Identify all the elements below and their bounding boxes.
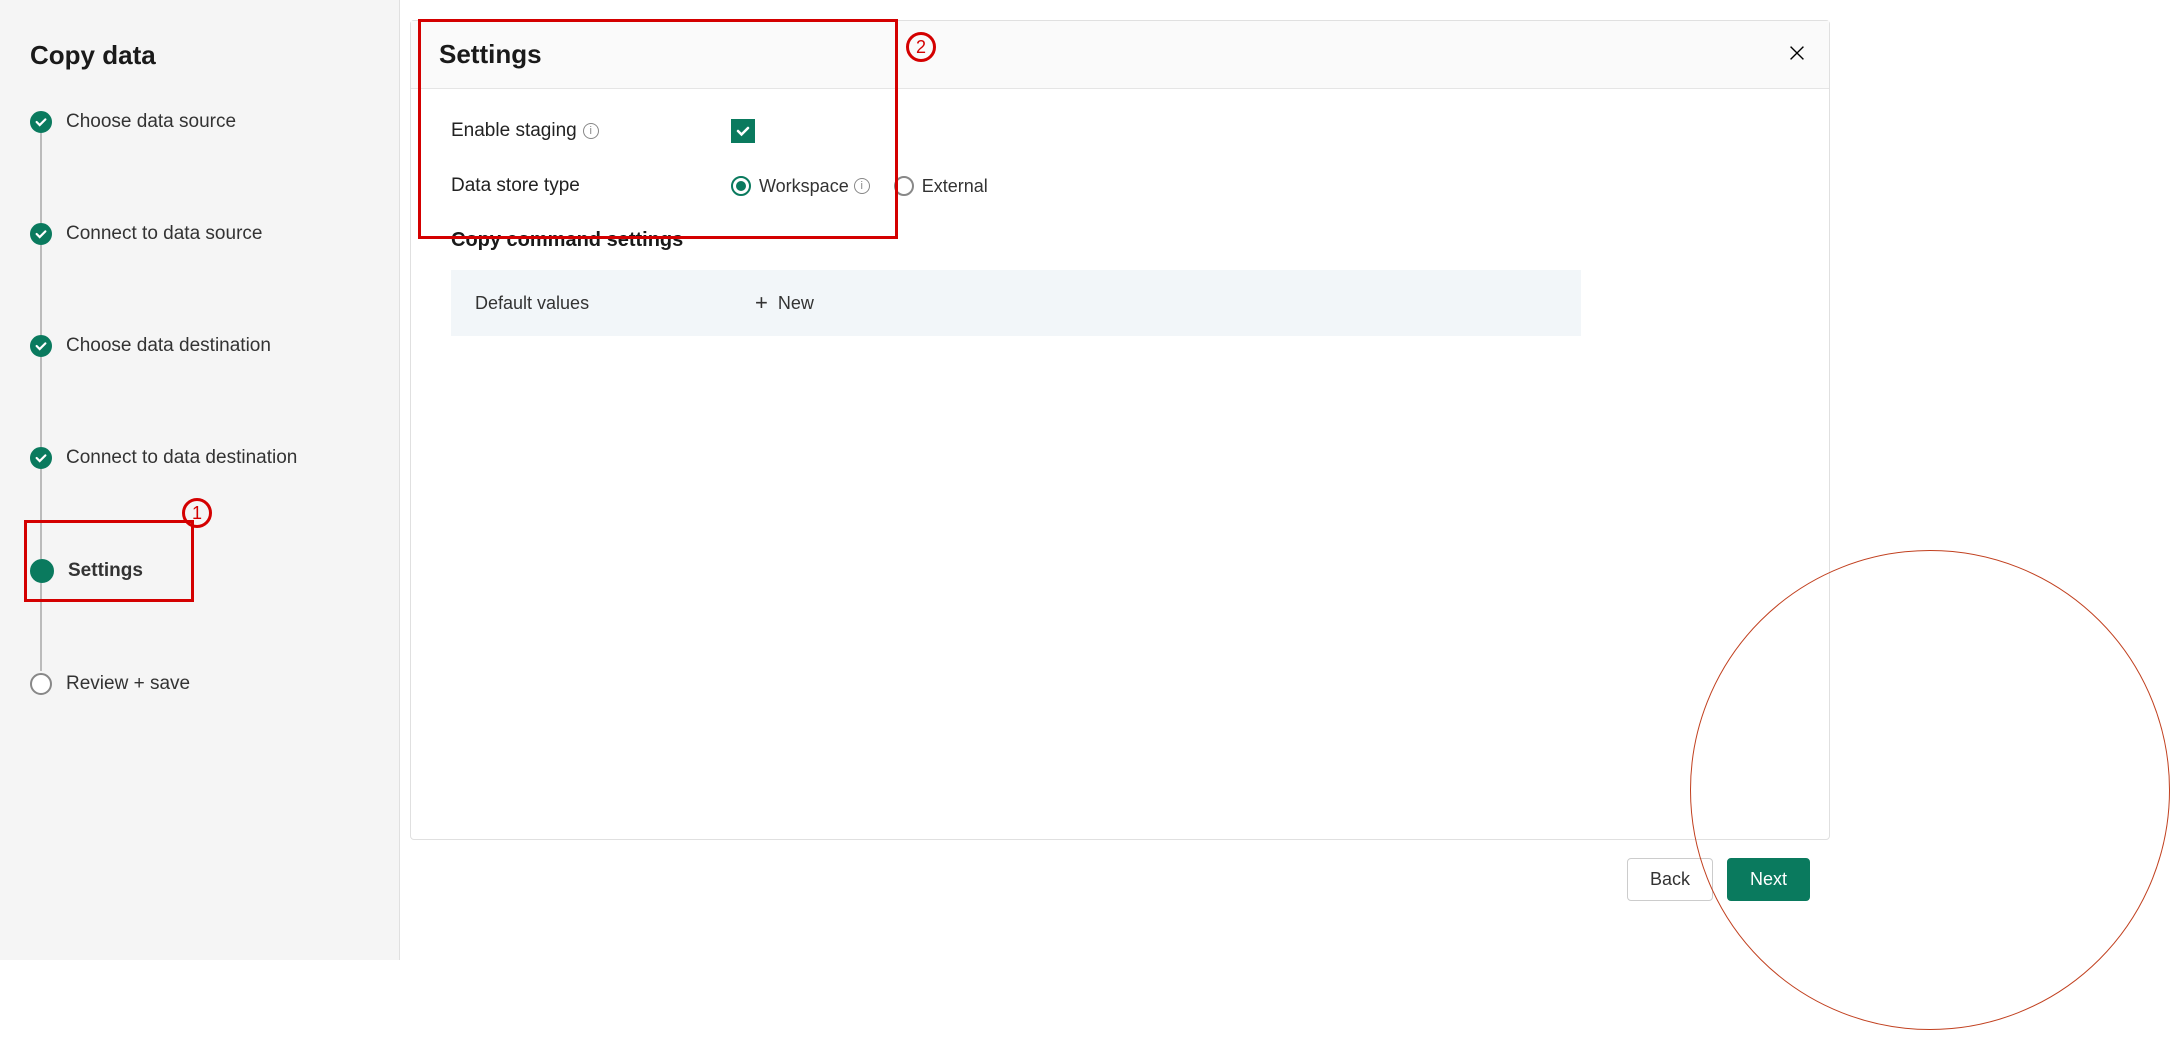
step-label: Connect to data destination: [66, 447, 297, 469]
wizard-title: Copy data: [30, 40, 369, 71]
main-area: Settings Enable staging i: [400, 0, 1850, 960]
back-button[interactable]: Back: [1627, 858, 1713, 901]
check-icon: [735, 123, 751, 139]
info-icon[interactable]: i: [583, 123, 599, 139]
next-button[interactable]: Next: [1727, 858, 1810, 901]
radio-external[interactable]: External: [894, 176, 988, 197]
step-choose-data-source[interactable]: Choose data source: [30, 111, 369, 133]
check-icon: [30, 223, 52, 245]
pending-step-icon: [30, 673, 52, 695]
copy-command-settings-title: Copy command settings: [451, 229, 1789, 252]
close-icon: [1786, 42, 1808, 64]
panel-header: Settings: [411, 21, 1829, 89]
radio-label: Workspace i: [759, 176, 870, 197]
step-connect-to-data-source[interactable]: Connect to data source: [30, 223, 369, 245]
check-icon: [30, 335, 52, 357]
radio-icon: [894, 176, 914, 196]
radio-label: External: [922, 176, 988, 197]
step-review-save[interactable]: Review + save: [30, 673, 369, 695]
current-step-icon: [30, 559, 54, 583]
default-values-label: Default values: [475, 293, 755, 314]
step-label: Connect to data source: [66, 223, 262, 245]
step-settings[interactable]: Settings: [30, 559, 369, 583]
step-connect-to-data-destination[interactable]: Connect to data destination: [30, 447, 369, 469]
step-choose-data-destination[interactable]: Choose data destination: [30, 335, 369, 357]
label-text: Data store type: [451, 175, 580, 197]
panel-title: Settings: [439, 39, 1801, 70]
data-store-type-radios: Workspace i External: [731, 176, 988, 197]
step-label: Settings: [68, 560, 143, 582]
label-text: Workspace: [759, 176, 849, 197]
add-new-button[interactable]: + New: [755, 290, 814, 316]
enable-staging-checkbox[interactable]: [731, 119, 755, 143]
data-store-type-label: Data store type: [451, 175, 731, 197]
new-label: New: [778, 293, 814, 314]
label-text: Enable staging: [451, 120, 577, 142]
wizard-footer: Back Next: [400, 840, 1840, 919]
data-store-type-row: Data store type Workspace i Exter: [451, 175, 1789, 197]
check-icon: [30, 447, 52, 469]
default-values-row: Default values + New: [451, 270, 1581, 336]
info-icon[interactable]: i: [854, 178, 870, 194]
wizard-sidebar: Copy data Choose data source Connect to …: [0, 0, 400, 960]
step-label: Choose data source: [66, 111, 236, 133]
check-icon: [30, 111, 52, 133]
radio-workspace[interactable]: Workspace i: [731, 176, 870, 197]
wizard-steps: Choose data source Connect to data sourc…: [30, 111, 369, 695]
enable-staging-label: Enable staging i: [451, 120, 731, 142]
close-button[interactable]: [1783, 39, 1811, 67]
plus-icon: +: [755, 290, 768, 316]
step-label: Choose data destination: [66, 335, 271, 357]
radio-icon: [731, 176, 751, 196]
settings-panel: Settings Enable staging i: [410, 20, 1830, 840]
enable-staging-row: Enable staging i: [451, 119, 1789, 143]
step-label: Review + save: [66, 673, 190, 695]
